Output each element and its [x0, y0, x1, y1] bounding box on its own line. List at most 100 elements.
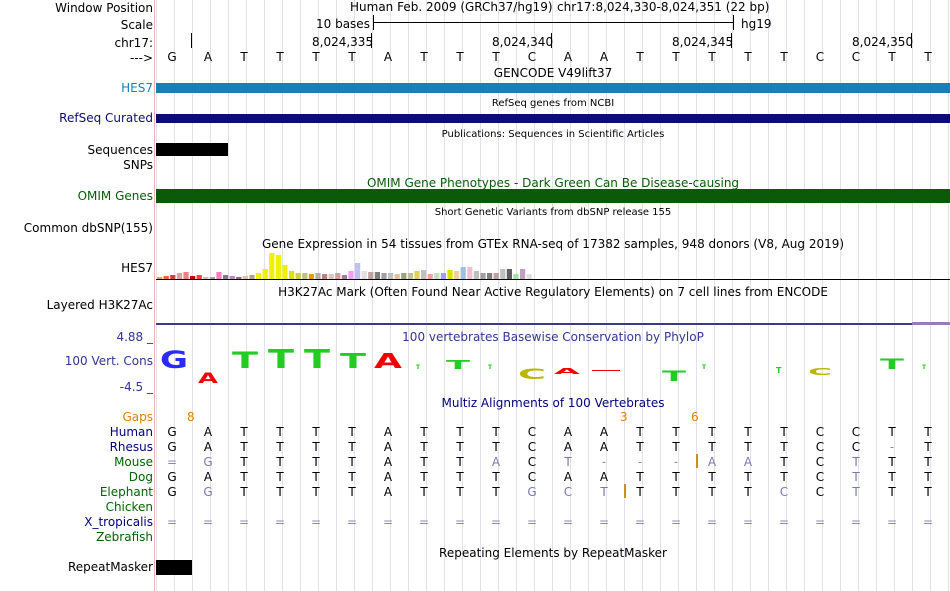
omim-title[interactable]: OMIM Gene Phenotypes - Dark Green Can Be… — [156, 176, 950, 190]
alignment-base[interactable]: T — [416, 470, 432, 484]
alignment-base[interactable]: T — [920, 470, 936, 484]
gencode-gene-label[interactable]: HES7 — [121, 81, 153, 95]
alignment-base[interactable]: T — [668, 485, 684, 499]
omim-label[interactable]: OMIM Genes — [78, 189, 153, 203]
omim-feature[interactable] — [156, 189, 950, 203]
alignment-base[interactable]: C — [524, 425, 540, 439]
alignment-base[interactable]: C — [524, 455, 540, 469]
alignment-base[interactable]: = — [848, 515, 864, 529]
alignment-base[interactable]: = — [164, 515, 180, 529]
alignment-base[interactable]: C — [776, 485, 792, 499]
alignment-base[interactable]: T — [848, 485, 864, 499]
repeatmasker-label[interactable]: RepeatMasker — [68, 560, 153, 574]
gap-mark[interactable]: 6 — [691, 410, 699, 424]
alignment-base[interactable]: A — [200, 440, 216, 454]
alignment-base[interactable]: T — [596, 485, 612, 499]
alignment-base[interactable]: T — [884, 455, 900, 469]
alignment-base[interactable]: C — [812, 485, 828, 499]
alignment-base[interactable]: T — [920, 455, 936, 469]
alignment-base[interactable]: T — [884, 425, 900, 439]
alignment-base[interactable]: A — [596, 470, 612, 484]
gencode-title[interactable]: GENCODE V49lift37 — [156, 66, 950, 80]
alignment-base[interactable]: = — [416, 515, 432, 529]
species-label[interactable]: Elephant — [100, 485, 153, 499]
alignment-base[interactable]: T — [848, 470, 864, 484]
alignment-base[interactable]: T — [308, 470, 324, 484]
alignment-base[interactable]: = — [200, 515, 216, 529]
alignment-base[interactable]: C — [812, 455, 828, 469]
alignment-base[interactable]: T — [344, 440, 360, 454]
alignment-base[interactable]: C — [848, 440, 864, 454]
repeatmasker-title[interactable]: Repeating Elements by RepeatMasker — [156, 546, 950, 560]
alignment-base[interactable]: = — [560, 515, 576, 529]
alignment-base[interactable]: T — [416, 455, 432, 469]
alignment-base[interactable]: A — [560, 425, 576, 439]
alignment-base[interactable]: A — [200, 470, 216, 484]
alignment-base[interactable]: T — [308, 425, 324, 439]
alignment-base[interactable]: T — [272, 470, 288, 484]
alignment-base[interactable]: A — [380, 470, 396, 484]
alignment-base[interactable]: - — [596, 455, 612, 469]
pubs-title[interactable]: Publications: Sequences in Scientific Ar… — [156, 129, 950, 140]
alignment-base[interactable]: T — [452, 440, 468, 454]
alignment-base[interactable]: T — [776, 455, 792, 469]
alignment-base[interactable]: T — [344, 455, 360, 469]
alignment-base[interactable]: A — [488, 455, 504, 469]
alignment-base[interactable]: T — [632, 440, 648, 454]
h3k27ac-label[interactable]: Layered H3K27Ac — [47, 298, 153, 312]
species-label[interactable]: X_tropicalis — [84, 515, 153, 529]
alignment-base[interactable]: T — [848, 455, 864, 469]
alignment-base[interactable]: T — [344, 425, 360, 439]
alignment-base[interactable]: A — [740, 455, 756, 469]
alignment-base[interactable]: = — [488, 515, 504, 529]
alignment-base[interactable]: = — [164, 455, 180, 469]
alignment-base[interactable]: T — [452, 455, 468, 469]
refseq-label[interactable]: RefSeq Curated — [59, 111, 153, 125]
alignment-base[interactable]: = — [740, 515, 756, 529]
alignment-base[interactable]: = — [308, 515, 324, 529]
alignment-base[interactable]: T — [488, 485, 504, 499]
alignment-base[interactable]: T — [920, 485, 936, 499]
alignment-base[interactable]: T — [740, 425, 756, 439]
species-label[interactable]: Zebrafish — [96, 530, 153, 544]
alignment-base[interactable]: T — [488, 425, 504, 439]
species-label[interactable]: Chicken — [106, 500, 153, 514]
alignment-base[interactable]: A — [596, 440, 612, 454]
alignment-base[interactable]: T — [308, 455, 324, 469]
alignment-base[interactable]: T — [452, 425, 468, 439]
alignment-base[interactable]: = — [668, 515, 684, 529]
alignment-base[interactable]: A — [200, 425, 216, 439]
alignment-base[interactable]: G — [164, 440, 180, 454]
insertion-mark[interactable] — [696, 454, 698, 468]
alignment-base[interactable]: A — [380, 440, 396, 454]
alignment-base[interactable]: T — [560, 455, 576, 469]
alignment-base[interactable]: T — [776, 470, 792, 484]
alignment-base[interactable]: C — [560, 485, 576, 499]
alignment-base[interactable]: T — [740, 470, 756, 484]
alignment-base[interactable]: T — [740, 485, 756, 499]
species-label[interactable]: Human — [110, 425, 153, 439]
alignment-base[interactable]: C — [524, 470, 540, 484]
species-label[interactable]: Mouse — [114, 455, 153, 469]
gap-mark[interactable]: 3 — [620, 410, 628, 424]
alignment-base[interactable]: T — [308, 440, 324, 454]
alignment-base[interactable]: T — [344, 470, 360, 484]
alignment-base[interactable]: - — [884, 440, 900, 454]
h3k27ac-peak[interactable] — [912, 322, 950, 325]
alignment-base[interactable]: T — [920, 425, 936, 439]
alignment-base[interactable]: A — [380, 425, 396, 439]
alignment-base[interactable]: T — [488, 470, 504, 484]
alignment-base[interactable]: = — [920, 515, 936, 529]
alignment-base[interactable]: T — [776, 440, 792, 454]
alignment-base[interactable]: = — [272, 515, 288, 529]
gtex-title[interactable]: Gene Expression in 54 tissues from GTEx … — [156, 237, 950, 251]
alignment-base[interactable]: T — [920, 440, 936, 454]
gap-mark[interactable]: 8 — [187, 410, 195, 424]
pubs-label-snps[interactable]: SNPs — [123, 158, 153, 172]
alignment-base[interactable]: T — [236, 455, 252, 469]
alignment-base[interactable]: A — [380, 485, 396, 499]
alignment-base[interactable]: C — [812, 470, 828, 484]
alignment-base[interactable]: = — [704, 515, 720, 529]
alignment-base[interactable]: A — [560, 470, 576, 484]
dbsnp-title[interactable]: Short Genetic Variants from dbSNP releas… — [156, 207, 950, 218]
